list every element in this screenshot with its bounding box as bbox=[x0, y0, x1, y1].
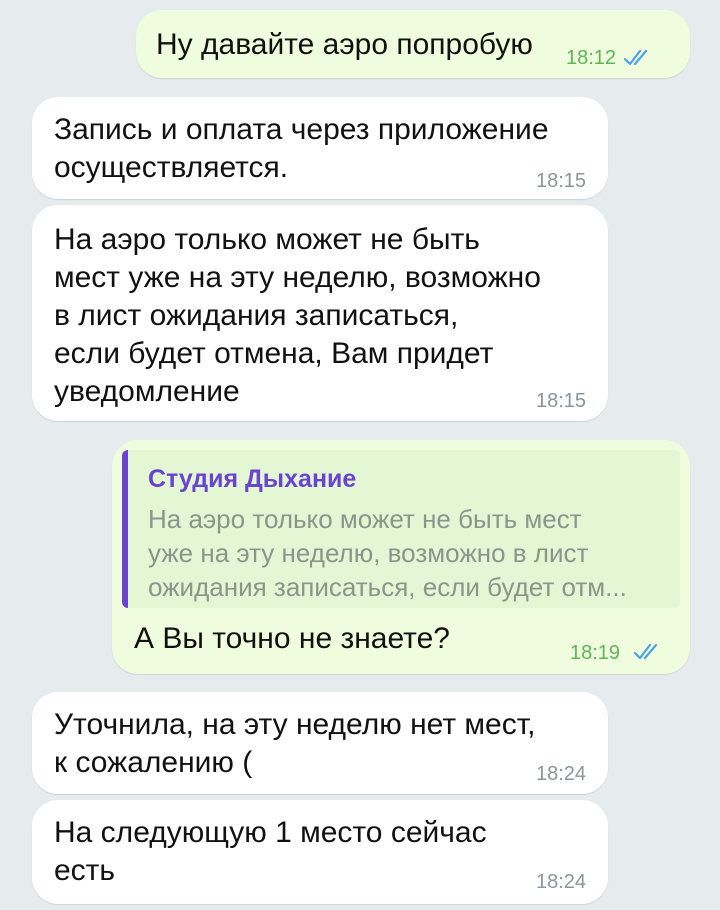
reply-quote-text: На аэро только может не быть мест уже на… bbox=[148, 504, 627, 602]
reply-quote[interactable]: Студия Дыхание На аэро только может не б… bbox=[122, 450, 680, 608]
read-double-check-icon bbox=[634, 642, 664, 662]
message-text: Запись и оплата через приложение осущест… bbox=[54, 113, 549, 184]
message-time: 18:19 bbox=[570, 642, 621, 664]
reply-quote-author: Студия Дыхание bbox=[148, 465, 357, 493]
message-time: 18:15 bbox=[536, 390, 587, 412]
message-text: На следующую 1 место сейчас есть bbox=[54, 816, 487, 887]
message-time: 18:15 bbox=[536, 170, 587, 192]
read-double-check-icon bbox=[624, 48, 654, 68]
message-bubble-incoming[interactable]: Запись и оплата через приложение осущест… bbox=[32, 97, 608, 199]
message-time: 18:12 bbox=[566, 47, 617, 69]
message-bubble-incoming[interactable]: На аэро только может не быть мест уже на… bbox=[32, 205, 608, 421]
message-text: Уточнила, на эту неделю нет мест, к сожа… bbox=[54, 708, 536, 779]
message-bubble-incoming[interactable]: На следующую 1 место сейчас есть 18:24 bbox=[32, 800, 608, 904]
message-text: А Вы точно не знаете? bbox=[134, 622, 450, 655]
message-time: 18:24 bbox=[536, 763, 587, 785]
reply-quote-bar bbox=[122, 450, 128, 608]
message-text: Ну давайте аэро попробую bbox=[156, 28, 533, 61]
message-time: 18:24 bbox=[536, 871, 587, 893]
message-bubble-incoming[interactable]: Уточнила, на эту неделю нет мест, к сожа… bbox=[32, 692, 608, 794]
message-bubble-outgoing[interactable]: Студия Дыхание На аэро только может не б… bbox=[112, 440, 690, 674]
message-bubble-outgoing[interactable]: Ну давайте аэро попробую 18:12 bbox=[136, 10, 690, 78]
message-text: На аэро только может не быть мест уже на… bbox=[54, 223, 541, 408]
